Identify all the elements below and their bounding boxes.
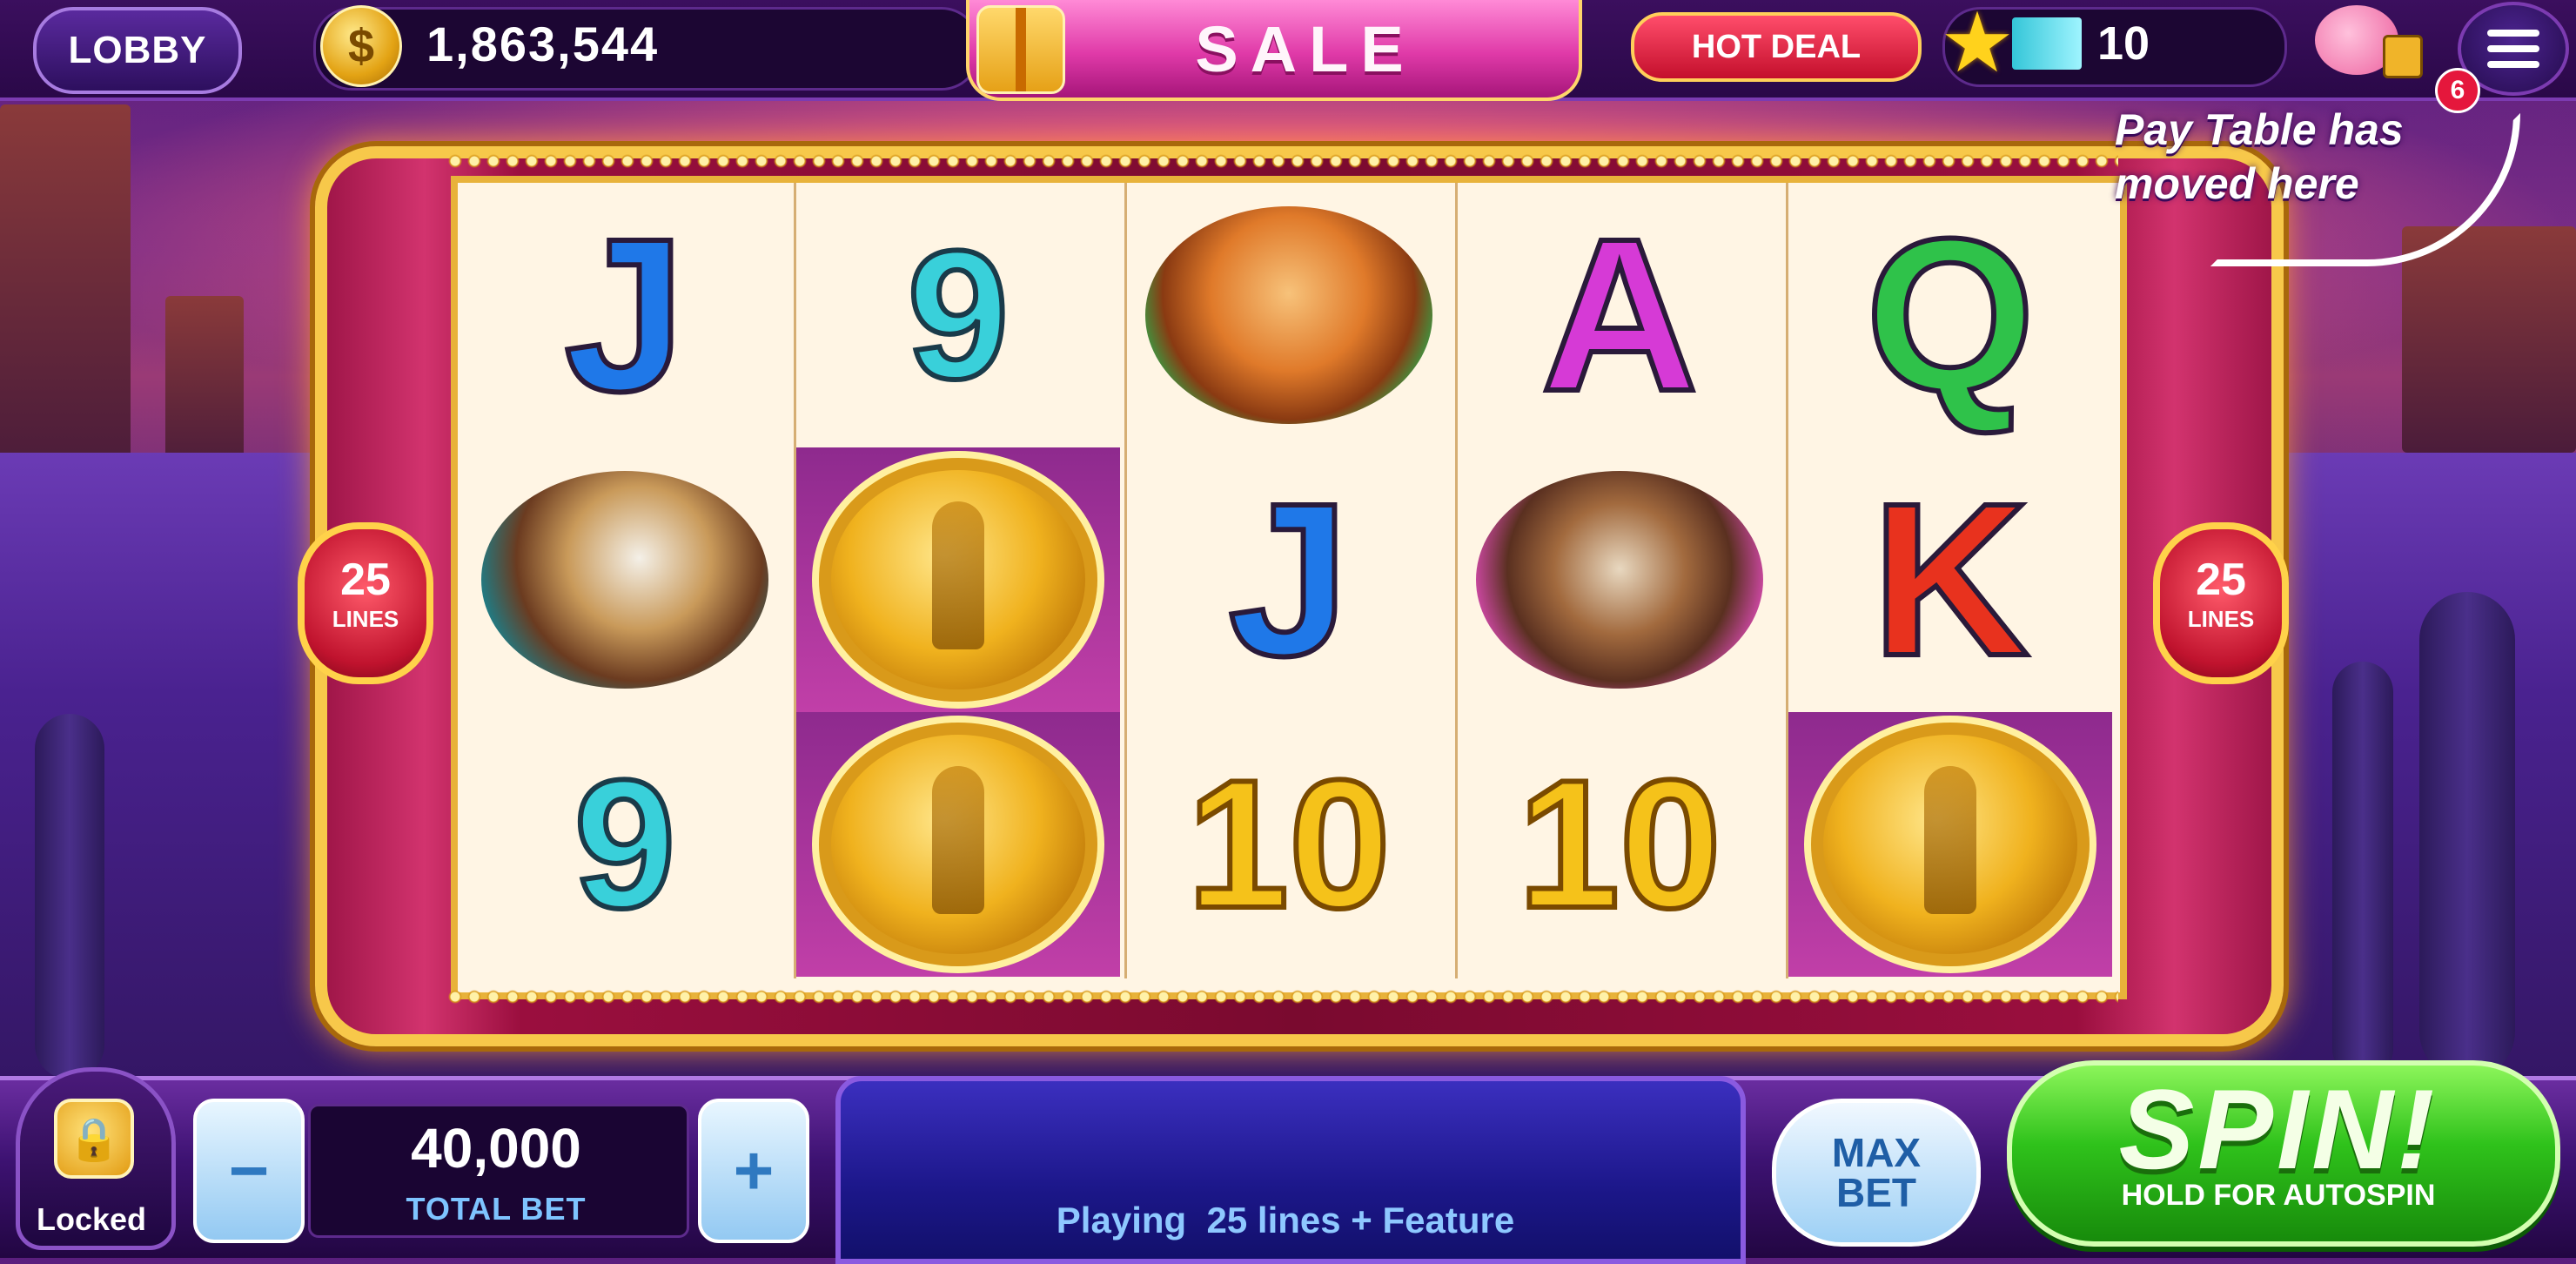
rock-formation-left — [0, 104, 131, 470]
star-icon: ★ — [1939, 0, 2016, 90]
rock-formation-left-2 — [165, 296, 244, 470]
coin-balance: 1,863,544 — [426, 16, 660, 71]
reel-1: J 9 — [463, 183, 787, 978]
increase-bet-button[interactable]: + — [698, 1099, 809, 1243]
symbol-cell — [1127, 183, 1451, 447]
sale-label[interactable]: SALE — [1079, 12, 1532, 86]
cougar-symbol — [1145, 206, 1432, 424]
lines-count: 25 — [340, 555, 391, 605]
symbol-cell: 9 — [796, 183, 1120, 447]
reel-3: J 10 — [1124, 183, 1451, 978]
eagle-symbol — [481, 471, 768, 689]
symbol-j: J — [561, 193, 688, 436]
coin-icon: $ — [320, 5, 402, 87]
rock-formation-right — [2402, 226, 2576, 453]
ram-symbol — [1476, 471, 1763, 689]
symbol-cell: J — [1127, 447, 1451, 712]
cactus-right — [2419, 592, 2515, 1079]
symbol-10: 10 — [1184, 742, 1393, 946]
pay-table-hint: Pay Table has moved here — [2115, 103, 2480, 211]
symbol-cell: K — [1788, 447, 2112, 712]
symbol-j: J — [1225, 458, 1352, 701]
spin-label[interactable]: SPIN! — [2007, 1064, 2550, 1194]
locked-label: Locked — [36, 1201, 147, 1237]
symbol-a: A — [1539, 193, 1701, 436]
hamburger-line — [2487, 45, 2539, 52]
total-bet-value: 40,000 — [411, 1117, 581, 1180]
lock-icon — [2383, 35, 2423, 78]
cactus-right-2 — [2332, 662, 2393, 1079]
lines-badge-left: 25 LINES — [298, 522, 433, 684]
symbol-cell: 10 — [1458, 712, 1781, 977]
gold-coin-symbol — [812, 451, 1104, 709]
lines-label: LINES — [332, 606, 399, 632]
reel-2: 9 — [794, 183, 1120, 978]
hot-deal-button[interactable]: HOT DEAL — [1631, 12, 1922, 82]
level-progress-bar — [2012, 17, 2082, 70]
hamburger-line — [2487, 30, 2539, 37]
symbol-9: 9 — [905, 212, 1012, 417]
symbol-cell: 9 — [463, 712, 787, 977]
gold-coin-symbol — [812, 716, 1104, 973]
symbol-cell — [463, 447, 787, 712]
symbol-10: 10 — [1515, 742, 1724, 946]
level-number: 10 — [2097, 17, 2150, 70]
hamburger-line — [2487, 61, 2539, 68]
symbol-cell — [1788, 712, 2112, 977]
symbol-cell: Q — [1788, 183, 2112, 447]
symbol-cell — [1458, 447, 1781, 712]
max-bet-line-2: BET — [1835, 1170, 1916, 1215]
symbol-9: 9 — [572, 742, 679, 946]
max-bet-button[interactable]: MAX BET — [1772, 1099, 1981, 1247]
reel-4: A 10 — [1455, 183, 1781, 978]
symbol-q: Q — [1863, 193, 2037, 436]
light-bulbs-top — [446, 153, 2118, 169]
lobby-button[interactable]: LOBBY — [33, 7, 242, 94]
padlock-icon: 🔒 — [54, 1099, 134, 1179]
symbol-cell: A — [1458, 183, 1781, 447]
symbol-cell — [796, 712, 1120, 977]
decrease-bet-button[interactable]: − — [193, 1099, 305, 1243]
light-bulbs-bottom — [446, 989, 2118, 1005]
reel-5: Q K — [1786, 183, 2112, 978]
symbol-cell — [796, 447, 1120, 712]
max-bet-line-1: MAX — [1831, 1130, 1922, 1175]
autospin-hint[interactable]: HOLD FOR AUTOSPIN — [2007, 1179, 2550, 1213]
symbol-cell: J — [463, 183, 787, 447]
gold-coin-symbol — [1804, 716, 2096, 973]
total-bet-label: TOTAL BET — [406, 1191, 587, 1227]
symbol-cell: 10 — [1127, 712, 1451, 977]
hint-line-1: Pay Table has — [2115, 105, 2404, 154]
cactus-left — [35, 714, 104, 1079]
status-message: Playing 25 lines + Feature — [1056, 1200, 1515, 1240]
hint-line-2: moved here — [2115, 159, 2359, 208]
lines-label: LINES — [2187, 606, 2255, 632]
lines-count: 25 — [2196, 555, 2246, 605]
gift-icon — [976, 5, 1065, 94]
symbol-k: K — [1869, 458, 2032, 701]
lines-badge-right: 25 LINES — [2153, 522, 2289, 684]
